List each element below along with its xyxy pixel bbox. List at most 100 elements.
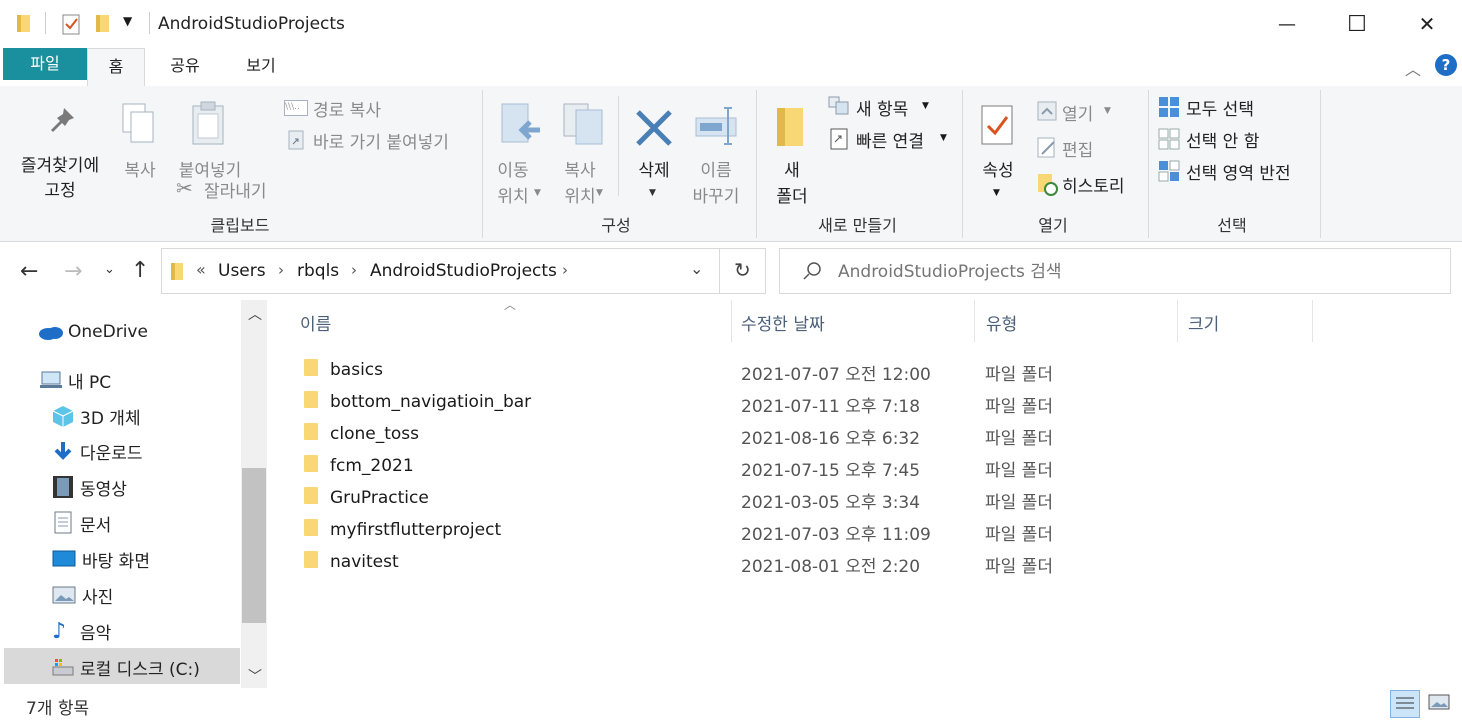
nav-item-documents[interactable]: 문서 (52, 506, 111, 540)
tab-home[interactable]: 홈 (87, 48, 145, 86)
file-modified: 2021-07-07 오전 12:00 (741, 365, 931, 385)
copy-to-button[interactable]: 복사 위치 ▼ (554, 94, 614, 207)
address-bar[interactable]: « Users › rbqls › AndroidStudioProjects … (161, 248, 766, 294)
file-name: GruPractice (330, 488, 429, 508)
pc-icon (40, 371, 62, 388)
scrollbar-thumb[interactable] (242, 468, 266, 623)
properties-quick-icon[interactable] (61, 13, 81, 35)
column-divider[interactable] (731, 300, 732, 342)
large-icons-view-button[interactable] (1424, 690, 1454, 718)
column-divider[interactable] (1312, 300, 1313, 342)
paste-button[interactable]: 붙여넣기 (170, 94, 250, 184)
refresh-icon[interactable]: ↻ (734, 258, 751, 282)
nav-item-this-pc[interactable]: 내 PC (40, 363, 111, 397)
nav-item-local-disk[interactable]: 로컬 디스크 (C:) (52, 650, 200, 684)
invert-selection-icon (1158, 160, 1180, 182)
tab-view[interactable]: 보기 (236, 48, 286, 86)
nav-item-desktop[interactable]: 바탕 화면 (52, 542, 150, 576)
file-row[interactable]: bottom_navigatioin_bar 2021-07-11 오후 7:1… (298, 386, 1198, 418)
column-header-type[interactable]: 유형 (986, 310, 1017, 335)
breadcrumb-users[interactable]: Users (218, 261, 266, 281)
tab-file[interactable]: 파일 (3, 48, 87, 80)
scroll-up-icon[interactable]: ︿ (248, 304, 262, 324)
file-name: myfirstflutterproject (330, 520, 502, 540)
history-icon (1038, 174, 1058, 196)
copy-icon (122, 103, 154, 143)
recent-locations-chevron-icon[interactable]: ⌄ (104, 262, 115, 277)
column-header-name[interactable]: 이름 (300, 310, 331, 335)
nav-item-videos[interactable]: 동영상 (52, 470, 127, 504)
nav-item-music[interactable]: ♪ 음악 (52, 614, 111, 648)
maximize-button[interactable]: ☐ (1322, 0, 1392, 48)
address-dropdown-icon[interactable]: ⌄ (690, 259, 703, 278)
breadcrumb-rbqls[interactable]: rbqls (297, 261, 339, 281)
search-box[interactable] (779, 248, 1451, 294)
chevron-down-icon: ▼ (596, 188, 603, 198)
back-arrow-icon[interactable]: ← (20, 259, 38, 284)
nav-scrollbar[interactable]: ︿ ﹀ (241, 300, 267, 688)
new-folder-button[interactable]: 새 폴더 (764, 94, 820, 207)
file-name: fcm_2021 (330, 456, 414, 476)
copy-to-icon (563, 103, 603, 145)
scroll-down-icon[interactable]: ﹀ (248, 666, 262, 686)
nav-label: 다운로드 (80, 443, 143, 464)
column-header-modified[interactable]: 수정한 날짜 (741, 310, 825, 335)
delete-button[interactable]: 삭제 ▼ (626, 94, 682, 206)
breadcrumb-androidstudioprojects[interactable]: AndroidStudioProjects (370, 261, 557, 281)
nav-label: 바탕 화면 (82, 551, 150, 572)
copy-path-label: 경로 복사 (313, 101, 381, 121)
nav-item-downloads[interactable]: 다운로드 (52, 434, 143, 468)
collapse-ribbon-icon[interactable]: ︿ (1405, 56, 1421, 80)
chevron-down-icon[interactable]: ▼ (123, 14, 132, 28)
group-divider (1148, 90, 1149, 238)
help-icon[interactable]: ? (1435, 54, 1457, 76)
nav-item-3d-objects[interactable]: 3D 개체 (52, 399, 141, 433)
group-divider (756, 90, 757, 238)
tab-share[interactable]: 공유 (160, 48, 210, 86)
file-row[interactable]: basics 2021-07-07 오전 12:00 파일 폴더 (298, 354, 1198, 386)
file-name: bottom_navigatioin_bar (330, 392, 532, 412)
chevron-down-icon: ▼ (993, 188, 1000, 198)
move-to-button[interactable]: 이동 위치 ▼ (490, 94, 550, 207)
nav-label: OneDrive (68, 322, 148, 342)
search-input[interactable] (836, 257, 1420, 287)
forward-arrow-icon[interactable]: → (64, 259, 82, 284)
properties-button[interactable]: 속성 ▼ (970, 94, 1026, 206)
group-open: 열기 (1038, 216, 1068, 235)
file-row[interactable]: GruPractice 2021-03-05 오후 3:34 파일 폴더 (298, 482, 1198, 514)
new-folder-quick-icon[interactable] (95, 13, 111, 33)
new-item-icon (828, 96, 849, 115)
copy-button[interactable]: 복사 (116, 94, 164, 184)
breadcrumb-overflow[interactable]: « (196, 260, 206, 279)
scissors-icon: ✂ (176, 176, 193, 200)
rename-button[interactable]: 이름 바꾸기 (686, 94, 746, 207)
file-row[interactable]: clone_toss 2021-08-16 오후 6:32 파일 폴더 (298, 418, 1198, 450)
column-divider[interactable] (974, 300, 975, 342)
file-row[interactable]: myfirstflutterproject 2021-07-03 오후 11:0… (298, 514, 1198, 546)
folder-icon (304, 423, 318, 445)
new-folder-label-2: 폴더 (776, 187, 808, 207)
chevron-down-icon: ▼ (649, 188, 656, 198)
nav-item-onedrive[interactable]: OneDrive (38, 315, 148, 349)
column-header-size[interactable]: 크기 (1188, 310, 1219, 335)
chevron-right-icon[interactable]: › (278, 261, 284, 279)
minimize-button[interactable]: — (1252, 0, 1322, 48)
column-divider[interactable] (1177, 300, 1178, 342)
nav-item-pictures[interactable]: 사진 (52, 578, 113, 612)
nav-label: 로컬 디스크 (C:) (80, 659, 200, 680)
file-row[interactable]: fcm_2021 2021-07-15 오후 7:45 파일 폴더 (298, 450, 1198, 482)
close-button[interactable]: ✕ (1392, 0, 1462, 48)
new-folder-label-1: 새 (784, 161, 800, 181)
picture-icon (52, 586, 76, 604)
cut-label: 잘라내기 (204, 182, 267, 202)
file-row[interactable]: navitest 2021-08-01 오전 2:20 파일 폴더 (298, 546, 1198, 578)
ribbon-tabs: 파일 홈 공유 보기 ︿ ? (0, 48, 1462, 86)
up-arrow-icon[interactable]: ↑ (131, 258, 149, 283)
chevron-right-icon[interactable]: › (351, 261, 357, 279)
move-to-label-2: 위치 (497, 187, 529, 207)
details-view-icon (1396, 697, 1414, 709)
chevron-right-icon[interactable]: › (562, 261, 568, 279)
file-name: navitest (330, 552, 399, 572)
details-view-button[interactable] (1390, 690, 1420, 718)
pin-to-quick-access-button[interactable]: 즐겨찾기에 고정 (8, 94, 112, 206)
